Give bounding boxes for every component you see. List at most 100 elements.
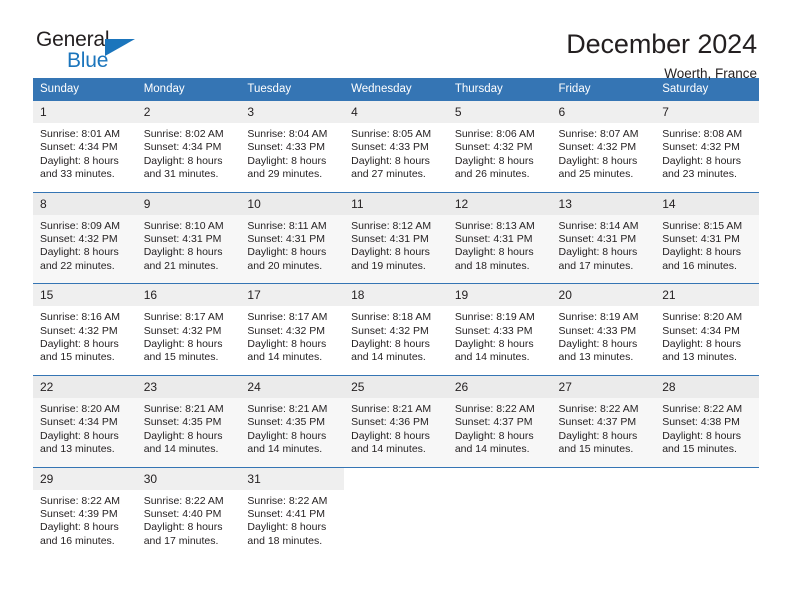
- sunrise-time: Sunrise: 8:21 AM: [247, 402, 328, 415]
- sunrise-time: Sunrise: 8:21 AM: [351, 402, 432, 415]
- sunset-time: Sunset: 4:31 PM: [351, 233, 429, 246]
- sunset-time: Sunset: 4:34 PM: [662, 324, 740, 337]
- calendar-day-cell[interactable]: 18 Sunrise: 8:18 AM Sunset: 4:32 PM Dayligh…: [344, 283, 448, 376]
- calendar-day-cell[interactable]: 15 Sunrise: 8:16 AM Sunset: 4:32 PM Dayligh…: [33, 283, 137, 376]
- daylight-duration-line1: Daylight: 8 hours: [558, 338, 638, 351]
- calendar-day-cell[interactable]: 31 Sunrise: 8:22 AM Sunset: 4:41 PM Dayligh…: [240, 466, 345, 559]
- calendar-day-cell[interactable]: 9 Sunrise: 8:10 AM Sunset: 4:31 PM Daylight…: [136, 191, 241, 284]
- sunset-time: Sunset: 4:33 PM: [351, 141, 429, 154]
- daylight-duration-line1: Daylight: 8 hours: [143, 246, 223, 259]
- calendar-day-cell[interactable]: 14 Sunrise: 8:15 AM Sunset: 4:31 PM Dayligh…: [655, 191, 759, 284]
- day-details: Sunrise: 8:12 AM Sunset: 4:31 PM Daylight:…: [344, 215, 448, 284]
- calendar-day-cell[interactable]: 11 Sunrise: 8:12 AM Sunset: 4:31 PM Dayligh…: [344, 191, 448, 284]
- calendar-day-cell-empty: [344, 466, 448, 559]
- sunrise-time: Sunrise: 8:05 AM: [351, 128, 432, 140]
- calendar-day-cell[interactable]: 1 Sunrise: 8:01 AM Sunset: 4:34 PM Daylight…: [33, 100, 137, 193]
- day-number: 19: [447, 284, 552, 307]
- calendar-day-cell[interactable]: 7 Sunrise: 8:08 AM Sunset: 4:32 PM Daylight…: [655, 100, 759, 193]
- day-details: Sunrise: 8:17 AM Sunset: 4:32 PM Daylight:…: [137, 306, 241, 375]
- day-details: Sunrise: 8:05 AM Sunset: 4:33 PM Daylight:…: [344, 123, 448, 192]
- sunset-time: Sunset: 4:34 PM: [40, 416, 118, 429]
- calendar-page: General Blue December 2024 Woerth, Franc…: [0, 0, 792, 612]
- day-number: [552, 468, 656, 490]
- daylight-duration-line2: and 20 minutes.: [247, 259, 323, 272]
- page-title: December 2024: [566, 29, 757, 59]
- calendar-day-cell[interactable]: 20 Sunrise: 8:19 AM Sunset: 4:33 PM Dayligh…: [551, 283, 656, 376]
- calendar-day-cell[interactable]: 4 Sunrise: 8:05 AM Sunset: 4:33 PM Daylight…: [344, 100, 448, 193]
- calendar-day-cell[interactable]: 12 Sunrise: 8:13 AM Sunset: 4:31 PM Dayligh…: [447, 191, 552, 284]
- day-details: Sunrise: 8:11 AM Sunset: 4:31 PM Daylight:…: [240, 215, 344, 284]
- day-number: 30: [136, 467, 241, 490]
- calendar-day-cell[interactable]: 21 Sunrise: 8:20 AM Sunset: 4:34 PM Dayligh…: [655, 283, 759, 376]
- day-details: [655, 490, 759, 505]
- sunset-time: Sunset: 4:34 PM: [143, 141, 222, 154]
- day-details: Sunrise: 8:01 AM Sunset: 4:34 PM Daylight:…: [33, 123, 137, 192]
- day-details: Sunrise: 8:22 AM Sunset: 4:38 PM Daylight:…: [655, 398, 759, 467]
- daylight-duration-line2: and 14 minutes.: [454, 351, 530, 364]
- title-block: December 2024 Woerth, France: [566, 28, 759, 83]
- day-number: 7: [655, 101, 759, 123]
- daylight-duration-line2: and 18 minutes.: [454, 259, 530, 272]
- calendar-day-cell-empty: [551, 466, 656, 559]
- sunset-time: Sunset: 4:39 PM: [40, 507, 118, 520]
- day-details: Sunrise: 8:20 AM Sunset: 4:34 PM Daylight:…: [655, 306, 759, 375]
- day-details: Sunrise: 8:19 AM Sunset: 4:33 PM Daylight:…: [552, 306, 656, 375]
- daylight-duration-line1: Daylight: 8 hours: [143, 521, 223, 534]
- calendar-day-cell[interactable]: 13 Sunrise: 8:14 AM Sunset: 4:31 PM Dayligh…: [551, 191, 656, 284]
- calendar-day-cell[interactable]: 10 Sunrise: 8:11 AM Sunset: 4:31 PM Dayligh…: [240, 191, 345, 284]
- calendar-day-cell[interactable]: 6 Sunrise: 8:07 AM Sunset: 4:32 PM Daylight…: [551, 100, 656, 193]
- daylight-duration-line2: and 17 minutes.: [143, 534, 219, 547]
- day-details: Sunrise: 8:16 AM Sunset: 4:32 PM Daylight:…: [33, 306, 137, 375]
- calendar-week-row: 22 Sunrise: 8:20 AM Sunset: 4:34 PM Dayligh…: [33, 374, 759, 467]
- calendar-day-cell[interactable]: 26 Sunrise: 8:22 AM Sunset: 4:37 PM Dayligh…: [447, 374, 552, 467]
- sunrise-time: Sunrise: 8:22 AM: [143, 494, 224, 507]
- sunrise-time: Sunrise: 8:22 AM: [454, 402, 535, 415]
- calendar-day-cell[interactable]: 2 Sunrise: 8:02 AM Sunset: 4:34 PM Daylight…: [136, 100, 241, 193]
- calendar-day-cell[interactable]: 17 Sunrise: 8:17 AM Sunset: 4:32 PM Dayligh…: [240, 283, 345, 376]
- calendar-day-cell[interactable]: 22 Sunrise: 8:20 AM Sunset: 4:34 PM Dayligh…: [33, 374, 137, 467]
- sunset-time: Sunset: 4:36 PM: [351, 416, 429, 429]
- day-number: 3: [240, 101, 345, 123]
- calendar-day-cell[interactable]: 16 Sunrise: 8:17 AM Sunset: 4:32 PM Dayligh…: [136, 283, 241, 376]
- daylight-duration-line1: Daylight: 8 hours: [558, 154, 638, 167]
- daylight-duration-line2: and 14 minutes.: [351, 351, 426, 364]
- calendar-day-cell[interactable]: 5 Sunrise: 8:06 AM Sunset: 4:32 PM Daylight…: [447, 100, 552, 193]
- calendar-day-cell[interactable]: 3 Sunrise: 8:04 AM Sunset: 4:33 PM Daylight…: [240, 100, 345, 193]
- day-number: 1: [33, 101, 137, 123]
- daylight-duration-line2: and 22 minutes.: [40, 259, 115, 272]
- calendar-day-cell[interactable]: 30 Sunrise: 8:22 AM Sunset: 4:40 PM Dayligh…: [136, 466, 241, 559]
- daylight-duration-line2: and 16 minutes.: [40, 534, 115, 547]
- calendar-day-cell[interactable]: 8 Sunrise: 8:09 AM Sunset: 4:32 PM Daylight…: [33, 191, 137, 284]
- day-details: Sunrise: 8:22 AM Sunset: 4:41 PM Daylight:…: [240, 490, 344, 559]
- daylight-duration-line2: and 15 minutes.: [558, 443, 634, 456]
- day-details: Sunrise: 8:21 AM Sunset: 4:35 PM Daylight:…: [137, 398, 241, 467]
- calendar-day-cell[interactable]: 24 Sunrise: 8:21 AM Sunset: 4:35 PM Dayligh…: [240, 374, 345, 467]
- sunrise-time: Sunrise: 8:04 AM: [247, 128, 328, 140]
- sunset-time: Sunset: 4:40 PM: [143, 507, 222, 520]
- day-number: 24: [240, 375, 345, 398]
- sunrise-time: Sunrise: 8:02 AM: [143, 128, 224, 140]
- day-number: 4: [344, 101, 448, 123]
- sunrise-time: Sunrise: 8:18 AM: [351, 311, 432, 324]
- calendar-day-cell[interactable]: 23 Sunrise: 8:21 AM Sunset: 4:35 PM Dayligh…: [136, 374, 241, 467]
- calendar-day-cell[interactable]: 28 Sunrise: 8:22 AM Sunset: 4:38 PM Dayligh…: [655, 374, 759, 467]
- daylight-duration-line2: and 21 minutes.: [143, 259, 219, 272]
- calendar-day-cell[interactable]: 19 Sunrise: 8:19 AM Sunset: 4:33 PM Dayligh…: [447, 283, 552, 376]
- day-number: 20: [551, 284, 656, 307]
- sunset-time: Sunset: 4:31 PM: [558, 233, 637, 246]
- daylight-duration-line1: Daylight: 8 hours: [247, 521, 327, 534]
- sunrise-time: Sunrise: 8:20 AM: [40, 402, 120, 415]
- calendar-day-cell[interactable]: 29 Sunrise: 8:22 AM Sunset: 4:39 PM Dayligh…: [33, 466, 137, 559]
- calendar-week-row: 1 Sunrise: 8:01 AM Sunset: 4:34 PM Daylight…: [33, 100, 759, 193]
- calendar-day-cell[interactable]: 25 Sunrise: 8:21 AM Sunset: 4:36 PM Dayligh…: [344, 374, 448, 467]
- sunrise-time: Sunrise: 8:22 AM: [40, 494, 120, 507]
- daylight-duration-line2: and 13 minutes.: [558, 351, 634, 364]
- day-details: Sunrise: 8:07 AM Sunset: 4:32 PM Daylight:…: [552, 123, 656, 192]
- day-details: Sunrise: 8:02 AM Sunset: 4:34 PM Daylight:…: [137, 123, 241, 192]
- day-details: [552, 490, 656, 505]
- daylight-duration-line2: and 13 minutes.: [662, 351, 737, 364]
- sunset-time: Sunset: 4:38 PM: [662, 416, 740, 429]
- daylight-duration-line2: and 17 minutes.: [558, 259, 634, 272]
- sunset-time: Sunset: 4:31 PM: [247, 233, 326, 246]
- calendar-day-cell[interactable]: 27 Sunrise: 8:22 AM Sunset: 4:37 PM Dayligh…: [551, 374, 656, 467]
